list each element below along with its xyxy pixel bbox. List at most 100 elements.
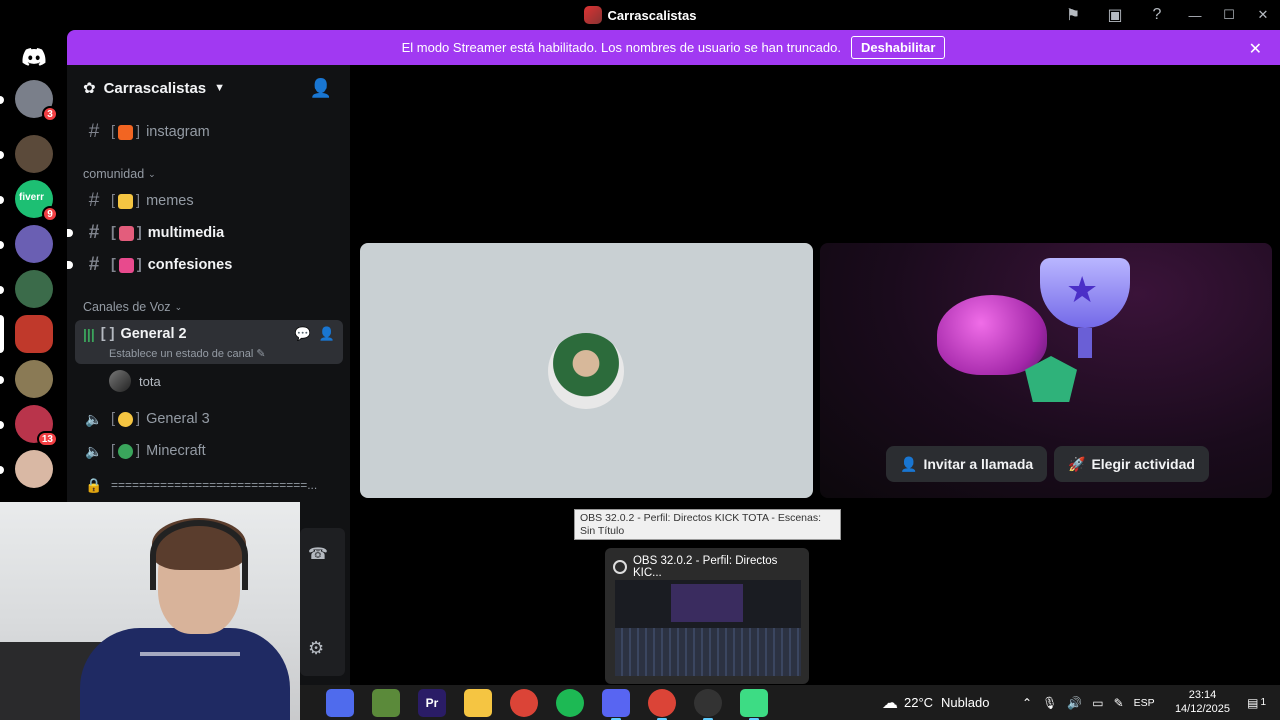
server-icon [583,6,602,24]
channel-instagram[interactable]: # [ ] instagram [75,117,343,147]
chevron-down-icon: ⌄ [148,168,156,179]
app-label: Pr [425,696,439,710]
obs-taskbar-icon[interactable] [694,689,722,720]
server-icon-6[interactable] [0,315,53,353]
channel-name: memes [146,193,194,209]
chrome-taskbar-icon[interactable] [510,689,538,717]
unread-indicator [0,241,4,249]
discord-taskbar-icon[interactable] [602,689,630,720]
channel-emoji: [ ] [111,411,141,427]
gear-icon[interactable]: ⚙ [308,638,324,659]
channel-emoji: [ ] [111,193,141,209]
weather-desc: Nublado [941,695,990,710]
channel-status-prompt[interactable]: Establece un estado de canal ✎ [109,347,266,360]
category-label: Canales de Voz [83,300,171,314]
star-icon: ★ [1066,269,1099,310]
channel-name: multimedia [147,225,225,241]
microphone-icon[interactable]: 🎙 [1042,696,1057,710]
weather-widget[interactable]: ☁ 22°C Nublado [882,685,989,720]
chat-bubble-icon[interactable]: 💬 [295,326,311,342]
android-taskbar-icon[interactable] [740,689,768,720]
voice-channel-minecraft[interactable]: 🔈 [ ] Minecraft [75,436,343,466]
help-icon[interactable]: ? [1136,0,1178,30]
spotify-taskbar-icon[interactable] [556,689,584,717]
guild-settings-icon: ✿ [83,80,96,97]
taskbar-window-preview[interactable]: OBS 32.0.2 - Perfil: Directos KIC... [605,548,809,684]
copilot-taskbar-icon[interactable] [326,689,354,717]
premiere-taskbar-icon[interactable]: Pr [418,689,446,717]
server-icon-1[interactable]: 3 [0,80,58,122]
disconnect-icon[interactable]: ☎ [308,544,328,564]
channel-name: confesiones [147,257,233,273]
channel-name: General 3 [146,411,210,427]
category-voz[interactable]: Canales de Voz ⌄ [83,300,182,314]
server-avatar [15,315,53,353]
window-title: Carrascalistas [583,6,697,24]
voice-activity-icon: ||| [83,326,95,342]
channel-emoji-icon [118,225,134,241]
explorer-taskbar-icon[interactable] [464,689,492,717]
add-member-icon[interactable]: 👤 [319,326,335,342]
voice-channel-general-3[interactable]: 🔈 [ ] General 3 [75,404,343,434]
banner-message: El modo Streamer está habilitado. Los no… [401,40,841,55]
clock[interactable]: 23:14 14/12/2025 [1175,688,1230,716]
category-comunidad[interactable]: comunidad ⌄ [83,167,156,181]
server-icon-5[interactable] [0,270,53,308]
server-icon-7[interactable] [0,360,53,398]
notification-button[interactable]: ▤ 1 [1247,685,1266,720]
add-user-icon: 👤 [900,455,918,472]
streamer-mode-banner: El modo Streamer está habilitado. Los no… [67,30,1280,65]
server-icon-9[interactable] [0,450,53,488]
unread-indicator [0,466,4,474]
shell-illustration [937,295,1047,375]
server-icon-8[interactable]: 13 [0,405,58,447]
chrome-2-taskbar-icon[interactable] [648,689,676,720]
server-icon-3[interactable]: fiverr 9 [0,180,58,222]
maximize-button[interactable]: ☐ [1212,0,1246,30]
trophy-stem [1078,328,1092,358]
invite-people-icon[interactable]: 👤 [310,78,332,99]
headset [150,520,248,590]
flag-icon[interactable]: ⚑ [1052,0,1094,30]
unread-indicator [0,96,4,104]
obs-icon [613,560,627,574]
taskbar-tooltip: OBS 32.0.2 - Perfil: Directos KICK TOTA … [574,509,841,540]
pen-icon[interactable]: ✎ [1114,696,1124,710]
channel-memes[interactable]: # [ ] memes [75,186,343,216]
server-avatar [15,450,53,488]
server-avatar [15,360,53,398]
channel-emoji: [ ] [111,443,141,459]
voice-channel-general-2[interactable]: ||| [ ] General 2 Establece un estado de… [75,320,343,364]
channel-emoji-icon [118,411,134,427]
disable-streamer-button[interactable]: Deshabilitar [850,36,946,59]
minimize-button[interactable]: — [1178,0,1212,30]
shirt-stripe [140,652,240,656]
channel-confesiones[interactable]: # [ ] confesiones [67,250,343,280]
title-bar: Carrascalistas ⚑ ▣ ? — ☐ ✕ [0,0,1280,30]
network-icon[interactable]: ▭ [1092,696,1103,710]
server-icon-4[interactable] [0,225,53,263]
channel-multimedia[interactable]: # [ ] multimedia [67,218,343,248]
unread-dot [67,261,73,269]
server-icon-2[interactable] [0,135,53,173]
invite-to-call-button[interactable]: 👤 Invitar a llamada [886,446,1048,482]
language-indicator[interactable]: ESP [1134,697,1155,709]
window-title-text: Carrascalistas [607,7,697,23]
screen-share-icon[interactable]: ▣ [1094,0,1136,30]
volume-icon[interactable]: 🔊 [1067,696,1082,710]
choose-activity-button[interactable]: 🚀 Elegir actividad [1054,446,1209,482]
minecraft-taskbar-icon[interactable] [372,689,400,717]
close-icon[interactable]: ✕ [1249,39,1262,59]
participant-tile[interactable] [360,243,813,498]
locked-channel[interactable]: 🔒 ============================... [75,470,343,500]
chevron-up-icon[interactable]: ⌃ [1022,696,1032,710]
close-window-button[interactable]: ✕ [1246,0,1280,30]
channel-emoji: [ ] [111,124,141,140]
channel-emoji: [ ] [111,257,142,273]
voice-member[interactable]: tota [109,370,161,392]
channel-emoji-icon [118,443,134,459]
channel-name: Minecraft [146,443,206,459]
guild-header[interactable]: ✿ Carrascalistas ▼ 👤 [67,65,350,111]
button-label: Invitar a llamada [923,456,1034,472]
discord-home-button[interactable] [14,37,54,77]
